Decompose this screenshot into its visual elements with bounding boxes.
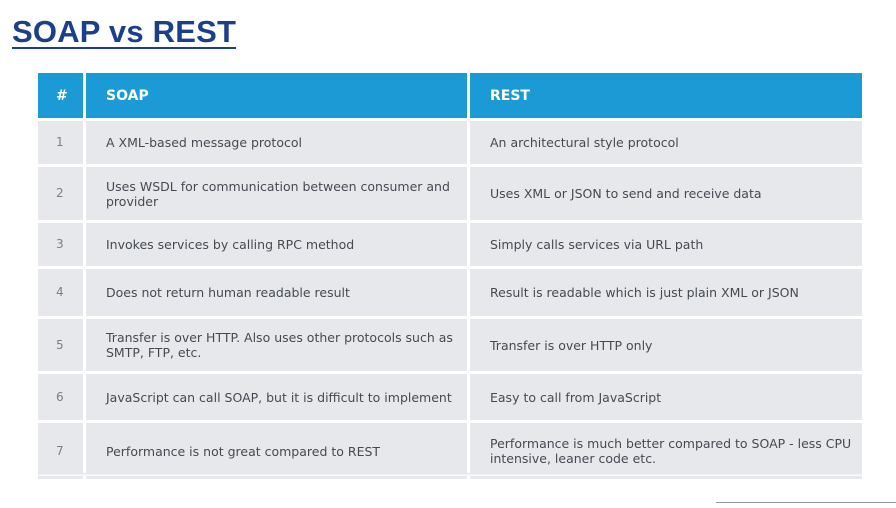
soap-cell: Transfer is over HTTP. Also uses other p… <box>86 319 470 374</box>
slide: SOAP vs REST # SOAP REST 1 A XML-based m… <box>0 0 896 508</box>
rest-cell: Uses XML or JSON to send and receive dat… <box>470 167 862 223</box>
comparison-table: # SOAP REST 1 A XML-based message protoc… <box>38 73 862 479</box>
soap-cell: Invokes services by calling RPC method <box>86 223 470 269</box>
table-row: 1 A XML-based message protocol An archit… <box>38 121 862 167</box>
soap-cell: A XML-based message protocol <box>86 121 470 167</box>
row-number: 2 <box>38 167 86 223</box>
rest-cell: Transfer is over HTTP only <box>470 319 862 374</box>
header-number: # <box>38 73 86 121</box>
row-number: 4 <box>38 269 86 319</box>
rest-cell: Performance is much better compared to S… <box>470 423 862 479</box>
soap-cell: Uses WSDL for communication between cons… <box>86 167 470 223</box>
table-header-row: # SOAP REST <box>38 73 862 121</box>
soap-cell: Does not return human readable result <box>86 269 470 319</box>
row-number: 1 <box>38 121 86 167</box>
table-row: 6 JavaScript can call SOAP, but it is di… <box>38 374 862 423</box>
row-number: 3 <box>38 223 86 269</box>
table-row: 2 Uses WSDL for communication between co… <box>38 167 862 223</box>
header-rest: REST <box>470 73 862 121</box>
header-soap: SOAP <box>86 73 470 121</box>
table-row: 5 Transfer is over HTTP. Also uses other… <box>38 319 862 374</box>
comparison-table-container: # SOAP REST 1 A XML-based message protoc… <box>38 73 862 479</box>
row-number: 7 <box>38 423 86 479</box>
soap-cell: Performance is not great compared to RES… <box>86 423 470 479</box>
soap-cell: JavaScript can call SOAP, but it is diff… <box>86 374 470 423</box>
table-shadow <box>38 473 862 476</box>
table-row: 3 Invokes services by calling RPC method… <box>38 223 862 269</box>
table-row: 4 Does not return human readable result … <box>38 269 862 319</box>
row-number: 6 <box>38 374 86 423</box>
footer-divider <box>716 502 896 503</box>
page-title: SOAP vs REST <box>12 14 237 49</box>
rest-cell: Result is readable which is just plain X… <box>470 269 862 319</box>
rest-cell: An architectural style protocol <box>470 121 862 167</box>
row-number: 5 <box>38 319 86 374</box>
rest-cell: Simply calls services via URL path <box>470 223 862 269</box>
rest-cell: Easy to call from JavaScript <box>470 374 862 423</box>
table-row: 7 Performance is not great compared to R… <box>38 423 862 479</box>
